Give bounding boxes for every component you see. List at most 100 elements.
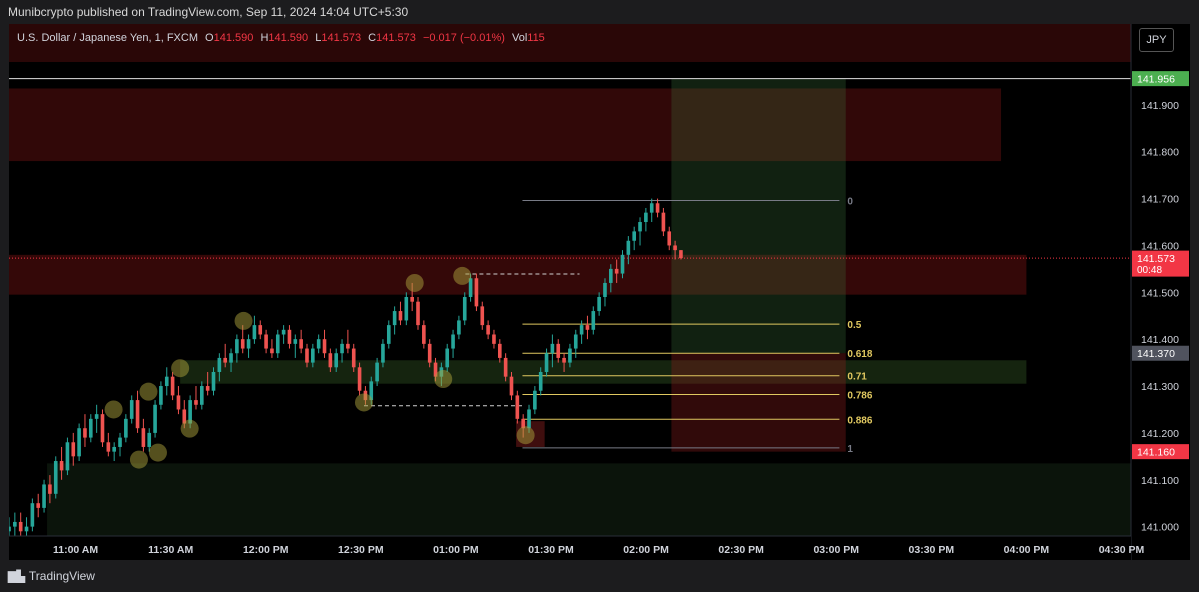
swing-marker xyxy=(453,266,472,285)
time-tick-label: 02:00 PM xyxy=(623,544,669,556)
candle-body xyxy=(626,240,631,255)
candle-body xyxy=(252,325,257,340)
price-label-text: 141.573 xyxy=(1137,253,1175,265)
candle-body xyxy=(375,362,379,382)
candle-body xyxy=(246,339,251,349)
fib-level-label: 0.886 xyxy=(847,415,872,426)
candle-body xyxy=(106,442,111,452)
candle-body xyxy=(235,339,239,354)
candle-body xyxy=(538,371,543,391)
candle-body xyxy=(200,386,204,405)
open-value: 141.590 xyxy=(213,32,254,44)
candle-body xyxy=(124,418,128,438)
candle-body xyxy=(533,390,537,410)
fib-level-label: 1 xyxy=(847,444,853,455)
candle-body xyxy=(591,311,596,330)
candle-body xyxy=(673,245,677,251)
candle-body xyxy=(316,339,321,349)
candle-body xyxy=(486,325,490,335)
candle-body xyxy=(30,503,35,527)
candle-body xyxy=(392,311,397,326)
high-value: 141.590 xyxy=(268,32,309,44)
time-tick-label: 12:30 PM xyxy=(338,544,384,556)
candle-body xyxy=(340,343,344,354)
candle-body xyxy=(614,268,619,274)
candle-body xyxy=(24,526,29,532)
candle-body xyxy=(229,353,233,363)
candle-body xyxy=(270,348,274,354)
candle-body xyxy=(462,297,467,321)
time-tick-label: 12:00 PM xyxy=(243,544,289,556)
swing-marker xyxy=(234,311,253,330)
close-label: C xyxy=(368,32,377,44)
candle-body xyxy=(451,334,455,349)
candle-body xyxy=(661,212,666,232)
candle-body xyxy=(264,334,268,349)
price-chart[interactable]: 0 0.5 0.618 0.71 0.786 0.886 1 141.000 141.100 14… xyxy=(9,24,1190,560)
candle-body xyxy=(159,386,163,405)
time-tick-label: 01:00 PM xyxy=(433,544,479,556)
candle-body xyxy=(53,461,58,494)
time-tick-label: 03:30 PM xyxy=(909,544,955,556)
time-tick-label: 01:30 PM xyxy=(528,544,574,556)
swing-marker xyxy=(180,419,199,438)
chart-area[interactable]: 0 0.5 0.618 0.71 0.786 0.886 1 141.000 141.100 14… xyxy=(9,24,1190,560)
price-tick-label: 141.800 xyxy=(1141,147,1179,159)
candle-body xyxy=(527,409,531,429)
candle-body xyxy=(579,325,584,335)
candle-body xyxy=(59,461,64,471)
time-tick-label: 02:30 PM xyxy=(718,544,764,556)
fib-level-label: 0.786 xyxy=(847,390,872,401)
target-zone xyxy=(671,78,846,354)
candle-body xyxy=(515,395,520,419)
candle-body xyxy=(71,442,76,457)
candle-body xyxy=(299,339,303,349)
candle-body xyxy=(509,376,514,396)
candle-body xyxy=(211,371,216,391)
swing-marker xyxy=(516,426,535,445)
candle-body xyxy=(638,222,642,232)
candle-body xyxy=(562,357,566,363)
footer-brand[interactable]: ▇▙ TradingView xyxy=(8,569,95,583)
volume-value: 115 xyxy=(527,32,545,44)
candle-body xyxy=(328,353,333,368)
candle-body xyxy=(100,414,105,443)
candle-body xyxy=(351,348,356,368)
currency-button[interactable]: JPY xyxy=(1139,28,1174,52)
candle-body xyxy=(305,348,309,363)
open-label: O xyxy=(205,32,214,44)
volume-label: Vol xyxy=(511,32,528,44)
candle-body xyxy=(357,367,362,391)
candle-body xyxy=(404,297,409,321)
candle-body xyxy=(223,357,227,363)
candle-body xyxy=(667,231,672,246)
swing-marker xyxy=(139,382,158,401)
candle-body xyxy=(205,386,210,391)
candle-body xyxy=(281,329,286,335)
swing-marker xyxy=(171,359,190,378)
candle-body xyxy=(474,278,479,307)
candle-body xyxy=(603,282,607,297)
price-tick-label: 141.200 xyxy=(1141,428,1179,440)
candle-body xyxy=(48,484,52,494)
candle-body xyxy=(147,432,152,447)
candle-body xyxy=(135,400,140,429)
price-tick-label: 141.700 xyxy=(1141,194,1179,206)
candle-body xyxy=(568,348,572,363)
candle-body xyxy=(346,343,350,349)
stop-zone xyxy=(671,353,846,452)
candle-body xyxy=(13,521,17,527)
candle-body xyxy=(480,306,485,326)
price-tick-label: 141.000 xyxy=(1141,522,1179,534)
time-tick-label: 11:00 AM xyxy=(53,544,98,556)
candle-body xyxy=(422,325,426,344)
symbol-name: U.S. Dollar / Japanese Yen, 1, FXCM xyxy=(17,32,198,44)
candle-body xyxy=(141,428,146,447)
demand-zone xyxy=(47,463,1131,536)
candle-body xyxy=(94,414,99,419)
price-tick-label: 141.400 xyxy=(1141,334,1179,346)
candle-body xyxy=(118,437,122,447)
candle-body xyxy=(655,203,660,213)
swing-marker xyxy=(405,273,424,292)
candle-body xyxy=(77,428,81,457)
